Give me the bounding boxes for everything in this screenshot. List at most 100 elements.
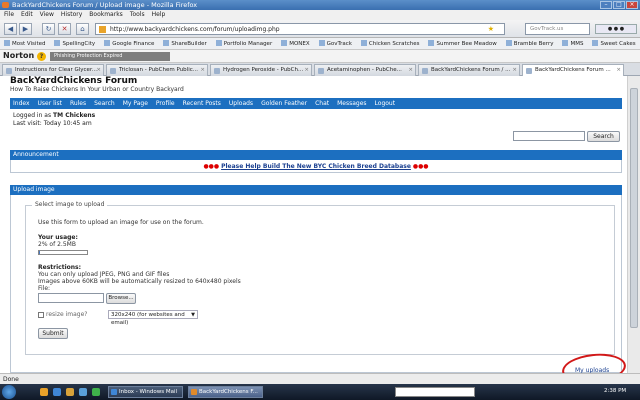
- announcement-link[interactable]: Please Help Build The New BYC Chicken Br…: [221, 163, 411, 170]
- tab-favicon-icon: [6, 68, 12, 74]
- browse-button[interactable]: Browse...: [106, 293, 136, 304]
- bookmark-icon: [163, 40, 170, 46]
- file-input[interactable]: [38, 293, 104, 303]
- nav-chat[interactable]: Chat: [315, 98, 329, 109]
- nav-logout[interactable]: Logout: [375, 98, 396, 109]
- menu-tools[interactable]: Tools: [130, 10, 145, 20]
- resize-checkbox[interactable]: [38, 312, 44, 318]
- nav-profile[interactable]: Profile: [156, 98, 175, 109]
- tab-close-icon[interactable]: ×: [616, 65, 621, 76]
- menu-help[interactable]: Help: [152, 10, 166, 20]
- tab-close-icon[interactable]: ×: [512, 65, 517, 76]
- logged-prefix: Logged in as: [13, 112, 52, 119]
- menu-history[interactable]: History: [61, 10, 82, 20]
- window-title: BackYardChickens Forum / Upload image - …: [12, 1, 198, 9]
- bookmark-icon: [54, 40, 61, 46]
- bookmark-item[interactable]: SpellingCity: [54, 38, 95, 49]
- nav-messages[interactable]: Messages: [337, 98, 366, 109]
- search-button[interactable]: Search: [587, 131, 620, 142]
- nav-uploads[interactable]: Uploads: [229, 98, 253, 109]
- bookmarks-toolbar: Most Visited SpellingCity Google Finance…: [0, 38, 640, 50]
- taskbar-firefox[interactable]: BackYardChickens F...: [188, 386, 263, 398]
- bookmark-item[interactable]: Summer Bee Meadow: [428, 38, 497, 49]
- minimize-button[interactable]: –: [600, 1, 612, 9]
- nav-recent-posts[interactable]: Recent Posts: [183, 98, 221, 109]
- tab-close-icon[interactable]: ×: [408, 65, 413, 76]
- page-content: BackYardChickens Forum How To Raise Chic…: [0, 76, 627, 373]
- menu-file[interactable]: File: [4, 10, 14, 20]
- tab-favicon-icon: [526, 68, 532, 74]
- submit-button[interactable]: Submit: [38, 328, 68, 339]
- browser-tab[interactable]: Acetaminophen - PubChe... ×: [314, 64, 416, 76]
- url-text: http://www.backyardchickens.com/forum/up…: [110, 26, 280, 33]
- menu-view[interactable]: View: [40, 10, 54, 20]
- bookmark-item[interactable]: MMS: [562, 38, 583, 49]
- resize-select[interactable]: 320x240 (for websites and email) ▼: [108, 310, 198, 326]
- tab-close-icon[interactable]: ×: [200, 65, 205, 76]
- norton-status-dropdown[interactable]: Phishing Protection Expired: [50, 52, 170, 61]
- bookmark-item[interactable]: Sweet Cakes: [592, 38, 636, 49]
- home-button[interactable]: ⌂: [76, 23, 89, 35]
- browser-tab[interactable]: Instructions for Clear Glycer... ×: [2, 64, 104, 76]
- forum-search-input[interactable]: [513, 131, 585, 141]
- nav-search[interactable]: Search: [94, 98, 115, 109]
- vertical-scrollbar[interactable]: [627, 76, 640, 373]
- bookmark-item[interactable]: MONEX: [281, 38, 310, 49]
- tab-close-icon[interactable]: ×: [304, 65, 309, 76]
- usage-label: Your usage:: [38, 234, 78, 241]
- bookmark-item[interactable]: Chicken Scratches: [360, 38, 419, 49]
- bookmark-item[interactable]: GovTrack: [318, 38, 352, 49]
- announcement-body: ●●● Please Help Build The New BYC Chicke…: [10, 160, 622, 173]
- bookmark-item[interactable]: Portfolio Manager: [215, 38, 272, 49]
- browser-tab[interactable]: BackYardChickens Forum / ... ×: [418, 64, 520, 76]
- mail-icon: [111, 389, 117, 395]
- norton-help-icon[interactable]: ?: [37, 52, 46, 61]
- browser-tab[interactable]: Triclosan - PubChem Public... ×: [106, 64, 208, 76]
- nav-user-list[interactable]: User list: [38, 98, 62, 109]
- maximize-button[interactable]: □: [613, 1, 625, 9]
- nav-golden-feather[interactable]: Golden Feather: [261, 98, 307, 109]
- start-button[interactable]: [2, 385, 16, 399]
- quicklaunch-icon[interactable]: [66, 388, 74, 396]
- username[interactable]: TM Chickens: [53, 112, 95, 119]
- bookmark-item[interactable]: Google Finance: [104, 38, 154, 49]
- bookmark-icon: [281, 40, 288, 46]
- search-engine-input[interactable]: GovTrack.us: [525, 23, 590, 35]
- stop-button[interactable]: ✕: [58, 23, 71, 35]
- tab-close-icon[interactable]: ×: [96, 65, 101, 76]
- extension-icons[interactable]: ● ● ●: [595, 24, 637, 34]
- forward-button[interactable]: ▶: [19, 23, 32, 35]
- close-button[interactable]: ×: [626, 1, 638, 9]
- usage-progress-fill: [39, 251, 40, 254]
- quicklaunch-icon[interactable]: [79, 388, 87, 396]
- bookmark-item[interactable]: Most Visited: [4, 38, 45, 49]
- scrollbar-thumb[interactable]: [630, 88, 638, 328]
- menu-edit[interactable]: Edit: [21, 10, 33, 20]
- resize-label: resize image?: [46, 311, 88, 318]
- quicklaunch-icon[interactable]: [53, 388, 61, 396]
- taskbar-mail[interactable]: Inbox - Windows Mail: [108, 386, 183, 398]
- restriction-types: You can only upload JPEG, PNG and GIF fi…: [38, 271, 170, 278]
- tab-favicon-icon: [110, 68, 116, 74]
- login-info: Logged in as TM Chickens Last visit: Tod…: [13, 112, 95, 128]
- bookmark-icon: [428, 40, 435, 46]
- bookmark-icon: [360, 40, 367, 46]
- browser-tab[interactable]: Hydrogen Peroxide - PubCh... ×: [210, 64, 312, 76]
- bookmark-star-icon[interactable]: ★: [488, 24, 494, 35]
- menu-bar: File Edit View History Bookmarks Tools H…: [0, 10, 640, 20]
- windows-taskbar: Inbox - Windows Mail BackYardChickens F.…: [0, 384, 640, 400]
- tab-favicon-icon: [214, 68, 220, 74]
- nav-index[interactable]: Index: [13, 98, 30, 109]
- nav-rules[interactable]: Rules: [70, 98, 86, 109]
- back-button[interactable]: ◀: [4, 23, 17, 35]
- reload-button[interactable]: ↻: [42, 23, 55, 35]
- bookmark-item[interactable]: ShareBuilder: [163, 38, 207, 49]
- taskbar-search-box[interactable]: [395, 387, 475, 397]
- quicklaunch-icon[interactable]: [40, 388, 48, 396]
- menu-bookmarks[interactable]: Bookmarks: [89, 10, 123, 20]
- nav-my-page[interactable]: My Page: [123, 98, 148, 109]
- bookmark-item[interactable]: Bramble Berry: [505, 38, 553, 49]
- url-bar[interactable]: http://www.backyardchickens.com/forum/up…: [95, 23, 505, 35]
- quicklaunch-icon[interactable]: [92, 388, 100, 396]
- site-favicon-icon: [99, 26, 106, 33]
